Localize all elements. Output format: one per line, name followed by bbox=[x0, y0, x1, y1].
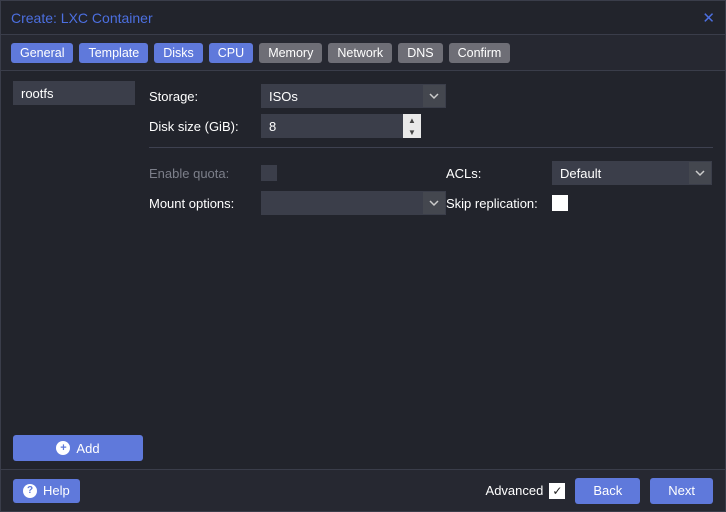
tab-network[interactable]: Network bbox=[328, 43, 392, 63]
advanced-checkbox[interactable] bbox=[549, 483, 565, 499]
close-icon[interactable]: ✕ bbox=[702, 9, 715, 27]
plus-icon: + bbox=[56, 441, 70, 455]
chevron-down-icon bbox=[423, 85, 445, 107]
row-disk-size: Disk size (GiB): 8 ▲ ▼ bbox=[149, 111, 713, 141]
chevron-down-icon bbox=[423, 192, 445, 214]
chevron-down-icon bbox=[689, 162, 711, 184]
help-icon: ? bbox=[23, 484, 37, 498]
disk-size-value[interactable]: 8 bbox=[261, 114, 403, 138]
chevron-up-icon[interactable]: ▲ bbox=[403, 114, 421, 126]
advanced-toggle[interactable]: Advanced bbox=[486, 483, 566, 499]
row-storage: Storage: ISOs bbox=[149, 81, 713, 111]
stepper-buttons[interactable]: ▲ ▼ bbox=[403, 114, 421, 138]
mount-options-label: Mount options: bbox=[149, 196, 261, 211]
col-right: ACLs: Default Skip replication: bbox=[446, 158, 713, 218]
acls-select[interactable]: Default bbox=[552, 161, 712, 185]
back-label: Back bbox=[593, 483, 622, 498]
tab-dns[interactable]: DNS bbox=[398, 43, 442, 63]
panel-footer: + Add bbox=[13, 435, 713, 461]
tab-disks[interactable]: Disks bbox=[154, 43, 203, 63]
add-button[interactable]: + Add bbox=[13, 435, 143, 461]
mount-options-select[interactable] bbox=[261, 191, 446, 215]
dialog-window: Create: LXC Container ✕ General Template… bbox=[0, 0, 726, 512]
back-button[interactable]: Back bbox=[575, 478, 640, 504]
next-button[interactable]: Next bbox=[650, 478, 713, 504]
help-label: Help bbox=[43, 483, 70, 498]
disk-size-stepper[interactable]: 8 ▲ ▼ bbox=[261, 114, 421, 138]
skip-replication-checkbox[interactable] bbox=[552, 195, 568, 211]
main-area: rootfs Storage: ISOs Disk size (GiB): bbox=[13, 81, 713, 435]
row-enable-quota: Enable quota: bbox=[149, 158, 446, 188]
window-title: Create: LXC Container bbox=[11, 10, 153, 26]
titlebar: Create: LXC Container ✕ bbox=[1, 1, 725, 35]
tab-template[interactable]: Template bbox=[79, 43, 148, 63]
acls-label: ACLs: bbox=[446, 166, 552, 181]
divider bbox=[149, 147, 713, 148]
next-label: Next bbox=[668, 483, 695, 498]
storage-label: Storage: bbox=[149, 89, 261, 104]
add-button-label: Add bbox=[76, 441, 99, 456]
skip-replication-label: Skip replication: bbox=[446, 196, 552, 211]
storage-value: ISOs bbox=[269, 89, 298, 104]
help-button[interactable]: ? Help bbox=[13, 479, 80, 503]
tab-general[interactable]: General bbox=[11, 43, 73, 63]
col-left: Enable quota: Mount options: bbox=[149, 158, 446, 218]
row-mount-options: Mount options: bbox=[149, 188, 446, 218]
acls-value: Default bbox=[560, 166, 601, 181]
chevron-down-icon[interactable]: ▼ bbox=[403, 126, 421, 138]
wizard-tabs: General Template Disks CPU Memory Networ… bbox=[1, 35, 725, 71]
enable-quota-label: Enable quota: bbox=[149, 166, 261, 181]
enable-quota-checkbox bbox=[261, 165, 277, 181]
tab-memory[interactable]: Memory bbox=[259, 43, 322, 63]
tab-cpu[interactable]: CPU bbox=[209, 43, 253, 63]
disk-size-label: Disk size (GiB): bbox=[149, 119, 261, 134]
disk-sidebar: rootfs bbox=[13, 81, 143, 435]
advanced-grid: Enable quota: Mount options: bbox=[149, 158, 713, 218]
disk-panel: Storage: ISOs Disk size (GiB): 8 ▲ bbox=[143, 81, 713, 435]
storage-select[interactable]: ISOs bbox=[261, 84, 446, 108]
dialog-footer: ? Help Advanced Back Next bbox=[1, 469, 725, 511]
tab-confirm[interactable]: Confirm bbox=[449, 43, 511, 63]
dialog-body: rootfs Storage: ISOs Disk size (GiB): bbox=[1, 71, 725, 469]
row-acls: ACLs: Default bbox=[446, 158, 713, 188]
advanced-label: Advanced bbox=[486, 483, 544, 498]
sidebar-item-rootfs[interactable]: rootfs bbox=[13, 81, 135, 105]
row-skip-replication: Skip replication: bbox=[446, 188, 713, 218]
